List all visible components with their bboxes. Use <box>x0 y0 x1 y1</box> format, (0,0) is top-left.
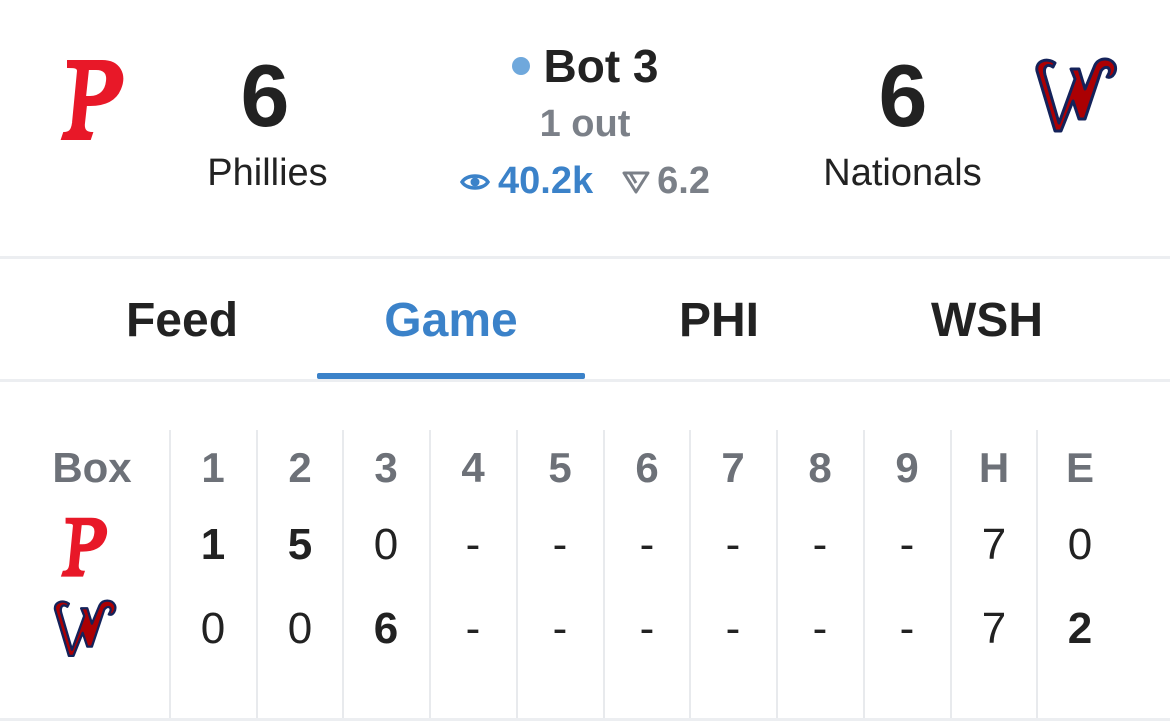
game-meta: 40.2k 6.2 <box>435 160 735 203</box>
inning-header-1: 1 <box>201 444 225 491</box>
viewers-count[interactable]: 40.2k <box>460 160 593 203</box>
outs-label: 1 out <box>539 103 631 145</box>
tab-phi[interactable]: PHI <box>585 261 853 379</box>
inning-header-2: 2 <box>288 444 312 491</box>
home-score: 6 <box>878 46 928 145</box>
hits-header: H <box>978 444 1010 491</box>
box-cell: - <box>812 604 828 653</box>
box-cell: - <box>725 604 741 653</box>
inning-header-5: 5 <box>548 444 572 491</box>
box-cell: - <box>552 520 568 569</box>
inning-header-6: 6 <box>635 444 659 491</box>
box-cell: 2 <box>1067 604 1093 653</box>
box-cell: - <box>639 520 655 569</box>
box-header-label: Box <box>52 444 132 491</box>
nationals-logo[interactable] <box>1030 52 1122 140</box>
box-cell: - <box>725 520 741 569</box>
viewers-value: 40.2k <box>498 160 594 202</box>
inning-header-8: 8 <box>808 444 832 491</box>
away-score: 6 <box>240 46 290 145</box>
inning-header-4: 4 <box>461 444 485 491</box>
box-cell: 6 <box>373 604 399 653</box>
box-cell: 1 <box>200 520 226 569</box>
rating-value: 6.2 <box>657 160 710 202</box>
eye-icon <box>460 173 491 190</box>
box-score: Box 1 2 3 4 5 6 7 8 9 H E 1 5 0 - - - - - - 7 0 0 0… <box>0 382 1170 722</box>
box-cell: 0 <box>373 520 399 569</box>
phillies-logo[interactable] <box>52 52 132 142</box>
live-dot-icon <box>511 57 530 75</box>
box-cell: 0 <box>287 604 313 653</box>
box-cell: 0 <box>1067 520 1093 569</box>
tab-bar: Feed Game PHI WSH <box>0 261 1170 379</box>
inning-indicator: Bot 3 <box>435 38 735 94</box>
game-status: Bot 3 1 out 40.2k 6.2 <box>435 38 735 203</box>
box-cell: - <box>899 604 915 653</box>
rating-score[interactable]: 6.2 <box>621 160 710 203</box>
home-team-name: Nationals <box>823 152 982 194</box>
away-team-name: Phillies <box>207 152 328 194</box>
down-arrow-icon <box>622 171 650 193</box>
box-cell: 7 <box>981 520 1007 569</box>
box-cell: - <box>465 520 481 569</box>
box-cell: - <box>812 520 828 569</box>
game-header: 6 Phillies Bot 3 1 out 40.2k 6.2 6 Natio… <box>0 0 1170 258</box>
inning-header-3: 3 <box>374 444 398 491</box>
box-cell: 5 <box>287 520 313 569</box>
tab-game[interactable]: Game <box>317 261 585 379</box>
inning-label: Bot 3 <box>543 40 659 92</box>
tab-wsh[interactable]: WSH <box>853 261 1121 379</box>
header-divider <box>0 256 1170 259</box>
box-cell: - <box>639 604 655 653</box>
nationals-row-logo <box>48 594 122 664</box>
inning-header-7: 7 <box>721 444 745 491</box>
box-cell: 7 <box>981 604 1007 653</box>
errors-header: E <box>1065 444 1094 491</box>
box-cell: - <box>899 520 915 569</box>
box-cell: - <box>552 604 568 653</box>
inning-header-9: 9 <box>895 444 919 491</box>
phillies-row-logo <box>52 510 116 580</box>
tab-feed[interactable]: Feed <box>48 261 316 379</box>
bottom-divider <box>0 718 1170 721</box>
box-cell: 0 <box>200 604 226 653</box>
box-cell: - <box>465 604 481 653</box>
